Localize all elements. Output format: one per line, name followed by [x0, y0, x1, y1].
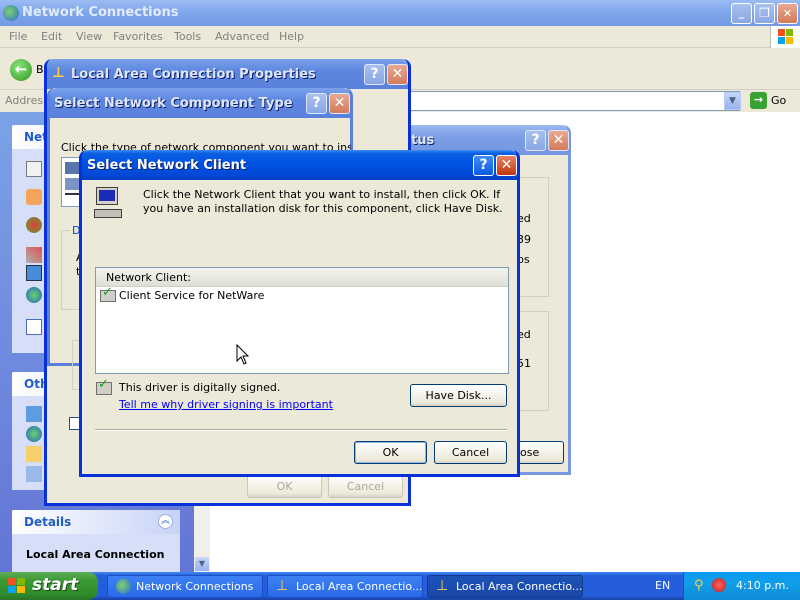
menu-help[interactable]: Help — [279, 30, 304, 43]
network-client-icon — [94, 187, 126, 219]
firewall-icon — [26, 217, 42, 233]
network-connections-icon — [116, 579, 131, 594]
cancel-button[interactable]: Cancel — [328, 475, 403, 498]
address-label: Address — [5, 94, 49, 107]
help-button[interactable]: ? — [306, 93, 327, 114]
windows-logo-icon — [770, 26, 800, 48]
signed-text: This driver is digitally signed. — [119, 381, 281, 394]
status-title-text: tus — [411, 133, 435, 148]
language-indicator[interactable]: EN — [655, 579, 670, 592]
my-documents-icon — [26, 446, 42, 462]
collapse-chevron-icon[interactable]: ︽ — [158, 514, 173, 529]
close-button[interactable]: ✕ — [777, 3, 798, 24]
list-header-text: Network Client: — [106, 271, 191, 284]
back-arrow-icon: ← — [10, 59, 32, 81]
help-button[interactable]: ? — [473, 155, 494, 176]
service-icon — [65, 178, 79, 190]
select-client-title: Select Network Client — [87, 158, 247, 173]
menu-advanced[interactable]: Advanced — [215, 30, 269, 43]
lac-properties-titlebar[interactable]: ⊥ Local Area Connection Properties ? ✕ — [47, 59, 408, 89]
signed-status-icon: ✓ — [96, 377, 112, 395]
address-dropdown-button[interactable]: ▼ — [724, 92, 741, 110]
network-status-icon[interactable]: ⚲ — [694, 578, 708, 593]
back-button[interactable]: ← B — [8, 57, 48, 83]
windows-flag-icon — [8, 578, 26, 594]
select-client-titlebar[interactable]: Select Network Client ? ✕ — [82, 150, 517, 180]
details-box: Details ︽ Local Area Connection — [12, 510, 180, 572]
protocol-icon — [65, 193, 79, 203]
my-computer-icon — [26, 466, 42, 482]
menu-view[interactable]: View — [76, 30, 102, 43]
network-icon: ⊥ — [276, 578, 289, 594]
taskbar-item-label: Local Area Connectio... — [296, 580, 423, 593]
taskbar-item-label: Network Connections — [136, 580, 254, 593]
taskbar: start Network Connections ⊥ Local Area C… — [0, 572, 800, 600]
network-connections-icon — [3, 5, 19, 21]
repair-icon — [26, 247, 42, 263]
select-client-instruction: Click the Network Client that you want t… — [143, 188, 503, 215]
close-button[interactable]: ✕ — [387, 64, 408, 85]
minimize-button[interactable]: _ — [731, 3, 752, 24]
close-button[interactable]: ✕ — [548, 130, 569, 151]
dialog-separator — [95, 429, 507, 431]
client-icon — [65, 162, 79, 174]
network-icon: ⊥ — [436, 578, 449, 594]
start-button[interactable]: start — [0, 572, 98, 600]
details-title: Local Area Connection — [26, 548, 165, 561]
status-icon — [26, 287, 42, 303]
ok-button[interactable]: OK — [247, 475, 322, 498]
signed-driver-icon: ✓ — [100, 285, 116, 302]
lac-properties-title: Local Area Connection Properties — [71, 67, 316, 82]
address-input[interactable] — [410, 91, 740, 111]
details-head[interactable]: Details — [12, 510, 180, 534]
ok-button[interactable]: OK — [354, 441, 427, 464]
list-item-label: Client Service for NetWare — [119, 289, 265, 302]
properties-icon — [26, 319, 42, 335]
component-type-titlebar[interactable]: Select Network Component Type ? ✕ — [50, 88, 350, 118]
mouse-cursor-icon — [236, 344, 250, 365]
network-icon: ⊥ — [52, 65, 65, 81]
explorer-titlebar[interactable]: Network Connections _ ❐ ✕ — [0, 0, 800, 26]
component-type-title: Select Network Component Type — [54, 96, 293, 111]
system-tray: ⚲ 4:10 p.m. — [683, 572, 800, 600]
maximize-button[interactable]: ❐ — [754, 3, 775, 24]
clock[interactable]: 4:10 p.m. — [736, 579, 789, 592]
list-item[interactable]: ✓ Client Service for NetWare — [96, 285, 508, 305]
network-client-list[interactable]: Network Client: ✓ Client Service for Net… — [95, 267, 509, 374]
menu-file[interactable]: File — [9, 30, 27, 43]
control-panel-icon — [26, 406, 42, 422]
home-network-icon — [26, 189, 42, 205]
close-button[interactable]: ✕ — [496, 155, 517, 176]
taskbar-item-lac-2[interactable]: ⊥ Local Area Connectio... — [427, 575, 583, 598]
taskbar-item-network-connections[interactable]: Network Connections — [107, 575, 263, 598]
list-header[interactable]: Network Client: — [96, 268, 508, 287]
view-connections-icon — [26, 161, 42, 177]
help-button[interactable]: ? — [364, 64, 385, 85]
menu-edit[interactable]: Edit — [41, 30, 62, 43]
scroll-down-button[interactable]: ▼ — [195, 557, 209, 571]
have-disk-button[interactable]: Have Disk... — [410, 384, 507, 407]
select-client-dialog: Select Network Client ? ✕ Click the Netw… — [79, 150, 520, 477]
driver-signing-link[interactable]: Tell me why driver signing is important — [119, 398, 333, 411]
go-arrow-icon: → — [750, 92, 767, 109]
go-button[interactable]: → Go — [748, 91, 796, 111]
explorer-title-text: Network Connections — [22, 5, 179, 20]
back-label: B — [36, 63, 44, 76]
menu-bar: File Edit View Favorites Tools Advanced … — [0, 26, 800, 48]
menu-favorites[interactable]: Favorites — [113, 30, 163, 43]
help-button[interactable]: ? — [525, 130, 546, 151]
my-network-places-icon — [26, 426, 42, 442]
network-error-icon[interactable] — [712, 578, 726, 592]
cancel-button[interactable]: Cancel — [434, 441, 507, 464]
taskbar-item-lac-1[interactable]: ⊥ Local Area Connectio... — [267, 575, 423, 598]
close-button[interactable]: ✕ — [329, 93, 350, 114]
start-label: start — [32, 575, 79, 595]
taskbar-item-label: Local Area Connectio... — [456, 580, 583, 593]
menu-tools[interactable]: Tools — [174, 30, 201, 43]
rename-icon — [26, 265, 42, 281]
go-label: Go — [771, 94, 787, 107]
